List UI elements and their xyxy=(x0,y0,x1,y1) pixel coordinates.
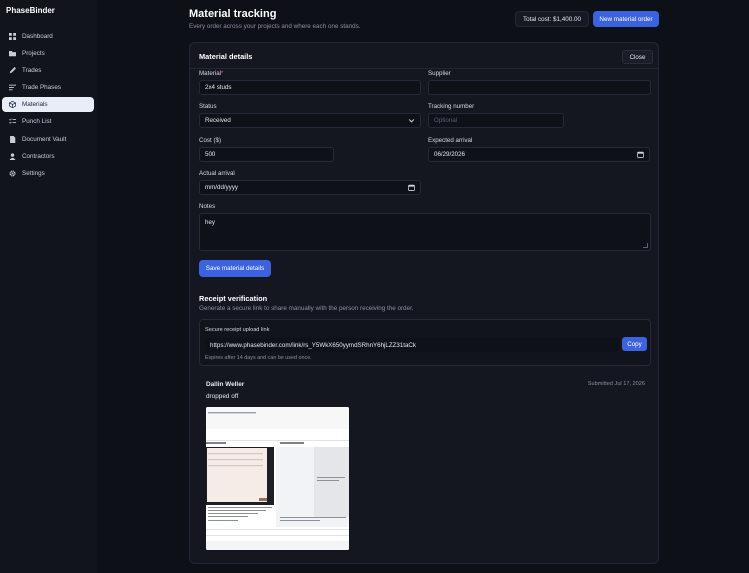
receipt-verification-title: Receipt verification xyxy=(199,294,268,303)
resize-handle[interactable] xyxy=(643,243,648,248)
list-icon xyxy=(8,84,16,92)
material-input-value: 2x4 studs xyxy=(205,84,232,91)
status-label: Status xyxy=(199,103,217,110)
person-icon xyxy=(8,152,16,160)
sidebar-item-materials[interactable]: Materials xyxy=(2,97,94,113)
checklist-icon xyxy=(8,118,16,126)
sidebar-item-punch-list[interactable]: Punch List xyxy=(2,114,94,129)
box-icon xyxy=(8,101,16,109)
sidebar-item-label: Trades xyxy=(22,67,42,75)
pencil-icon xyxy=(8,67,16,75)
divider xyxy=(190,68,658,69)
submission-date: Submitted Jul 17, 2026 xyxy=(587,381,645,387)
sidebar-nav: Dashboard Projects Trades Trade Phases M… xyxy=(2,29,94,183)
sidebar-item-dashboard[interactable]: Dashboard xyxy=(2,29,94,44)
sidebar-item-contractors[interactable]: Contractors xyxy=(2,149,94,164)
expires-note: Expires after 14 days and can be used on… xyxy=(205,355,312,361)
actual-arrival-placeholder: mm/dd/yyyy xyxy=(205,184,239,191)
calendar-icon[interactable] xyxy=(637,151,644,158)
notes-textarea[interactable]: hey xyxy=(199,213,651,251)
save-material-details-button[interactable]: Save material details xyxy=(199,260,271,277)
secure-link-url: https://www.phasebinder.com/link/rs_Y5Wk… xyxy=(210,341,416,349)
sidebar-item-label: Document Vault xyxy=(22,135,67,143)
calendar-icon[interactable] xyxy=(408,184,415,191)
sidebar-item-label: Contractors xyxy=(22,152,55,160)
status-select-value: Received xyxy=(205,117,231,124)
sidebar-item-settings[interactable]: Settings xyxy=(2,166,94,181)
sidebar-item-label: Punch List xyxy=(22,118,52,126)
close-button[interactable]: Close xyxy=(622,50,653,64)
notes-label: Notes xyxy=(199,203,216,210)
copy-button[interactable]: Copy xyxy=(622,337,647,351)
required-mark: * xyxy=(221,70,224,77)
card-title: Material details xyxy=(199,52,253,61)
page-subtitle: Every order across your projects and whe… xyxy=(189,23,361,30)
sidebar-item-label: Trade Phases xyxy=(22,84,61,92)
notes-value: hey xyxy=(205,219,215,226)
material-details-card: Material details Close Material* 2x4 stu… xyxy=(189,42,659,564)
material-input[interactable]: 2x4 studs xyxy=(199,80,421,95)
cost-input[interactable]: 500 xyxy=(199,147,334,162)
submission-note: dropped off xyxy=(206,393,239,400)
dashboard-icon xyxy=(8,33,16,41)
sidebar-item-label: Settings xyxy=(22,169,45,177)
receipt-verification-subtitle: Generate a secure link to share manually… xyxy=(199,305,414,312)
sidebar-item-projects[interactable]: Projects xyxy=(2,46,94,61)
app-logo-text[interactable]: PhaseBinder xyxy=(6,6,55,15)
cost-label: Cost ($) xyxy=(199,137,222,144)
document-icon xyxy=(8,135,16,143)
supplier-label: Supplier xyxy=(428,70,451,77)
sidebar-item-trade-phases[interactable]: Trade Phases xyxy=(2,80,94,95)
page-title: Material tracking xyxy=(189,8,277,20)
sidebar-item-label: Dashboard xyxy=(22,33,53,40)
secure-link-field[interactable]: https://www.phasebinder.com/link/rs_Y5Wk… xyxy=(205,338,619,352)
gear-icon xyxy=(8,169,16,177)
status-select[interactable]: Received xyxy=(199,113,421,128)
supplier-input[interactable] xyxy=(428,80,651,95)
receipt-photo-thumbnail[interactable] xyxy=(206,407,349,550)
cost-input-value: 500 xyxy=(205,151,216,158)
receipt-submission: Dallin Weller Submitted Jul 17, 2026 dro… xyxy=(199,373,651,559)
actual-arrival-label: Actual arrival xyxy=(199,170,235,177)
sidebar: PhaseBinder Dashboard Projects Trades Tr… xyxy=(0,0,97,573)
material-label-text: Material xyxy=(199,70,222,77)
new-material-order-button[interactable]: New material order xyxy=(593,11,659,27)
expected-arrival-input[interactable]: 06/29/2026 xyxy=(428,147,650,162)
submitter-name: Dallin Weller xyxy=(206,381,245,388)
total-cost-badge: Total cost: $1,400.00 xyxy=(515,11,589,27)
expected-arrival-value: 06/29/2026 xyxy=(434,151,465,158)
tracking-number-input[interactable]: Optional xyxy=(428,113,564,128)
sidebar-item-trades[interactable]: Trades xyxy=(2,63,94,78)
tracking-number-label: Tracking number xyxy=(428,103,475,110)
secure-link-panel: Secure receipt upload link https://www.p… xyxy=(199,319,651,366)
secure-link-label: Secure receipt upload link xyxy=(205,327,270,333)
chevron-down-icon xyxy=(408,117,415,124)
folder-icon xyxy=(8,50,16,58)
tracking-number-placeholder: Optional xyxy=(434,117,458,124)
actual-arrival-input[interactable]: mm/dd/yyyy xyxy=(199,180,421,195)
sidebar-item-document-vault[interactable]: Document Vault xyxy=(2,132,94,147)
sidebar-item-label: Projects xyxy=(22,50,45,58)
sidebar-item-label: Materials xyxy=(22,101,48,109)
material-label: Material* xyxy=(199,70,223,77)
expected-arrival-label: Expected arrival xyxy=(428,137,473,144)
